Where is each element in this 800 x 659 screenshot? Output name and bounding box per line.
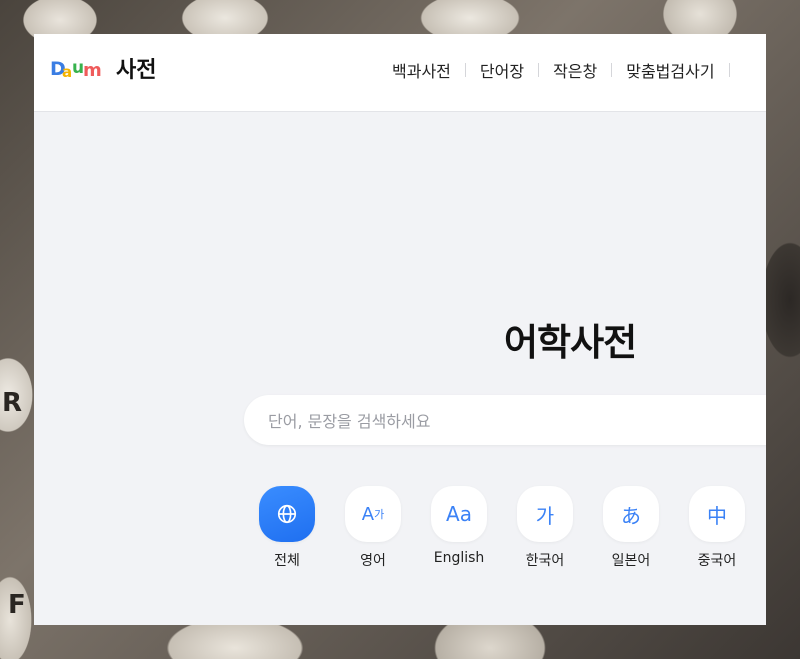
nav-divider (728, 63, 730, 77)
nav-wordbook[interactable]: 단어장 (466, 58, 538, 82)
category-label: 한국어 (525, 553, 565, 569)
svg-text:a: a (62, 63, 72, 80)
daum-logo[interactable]: D a u m (50, 56, 106, 80)
nav-encyclopedia[interactable]: 백과사전 (378, 58, 465, 82)
globe-icon (259, 486, 315, 542)
category-korean[interactable]: 가 한국어 (502, 486, 588, 570)
english-icon: Aa (431, 486, 487, 542)
background-key-r: R (2, 388, 23, 418)
header: D a u m 사전 백과사전 단어장 작은창 맞춤법검사기 (34, 34, 766, 112)
nav-small-window[interactable]: 작은창 (539, 58, 611, 82)
category-english-korean[interactable]: A가 영어 (330, 486, 416, 570)
top-nav: 백과사전 단어장 작은창 맞춤법검사기 (378, 58, 730, 82)
category-all[interactable]: 전체 (244, 486, 330, 570)
dictionary-page: D a u m 사전 백과사전 단어장 작은창 맞춤법검사기 어학사전 단어, … (34, 34, 766, 625)
service-name[interactable]: 사전 (116, 52, 156, 84)
category-label: English (433, 550, 485, 566)
background-key-f: F (8, 590, 26, 620)
language-categories: 전체 A가 영어 Aa English 가 한국어 あ 일본어 中 중국어 (244, 486, 760, 570)
category-label: 전체 (274, 553, 300, 569)
category-chinese[interactable]: 中 중국어 (674, 486, 760, 570)
category-label: 중국어 (697, 553, 737, 569)
page-title: 어학사전 (504, 321, 637, 364)
category-label: 영어 (360, 553, 386, 569)
english-korean-icon: A가 (345, 486, 401, 542)
category-japanese[interactable]: あ 일본어 (588, 486, 674, 570)
search-input[interactable] (266, 395, 750, 447)
category-english[interactable]: Aa English (416, 486, 502, 570)
search-box (244, 395, 766, 447)
japanese-icon: あ (603, 486, 659, 542)
category-label: 일본어 (611, 553, 651, 569)
chinese-icon: 中 (689, 486, 745, 542)
korean-icon: 가 (517, 486, 573, 542)
svg-text:m: m (83, 60, 102, 80)
nav-spell-checker[interactable]: 맞춤법검사기 (612, 58, 728, 82)
